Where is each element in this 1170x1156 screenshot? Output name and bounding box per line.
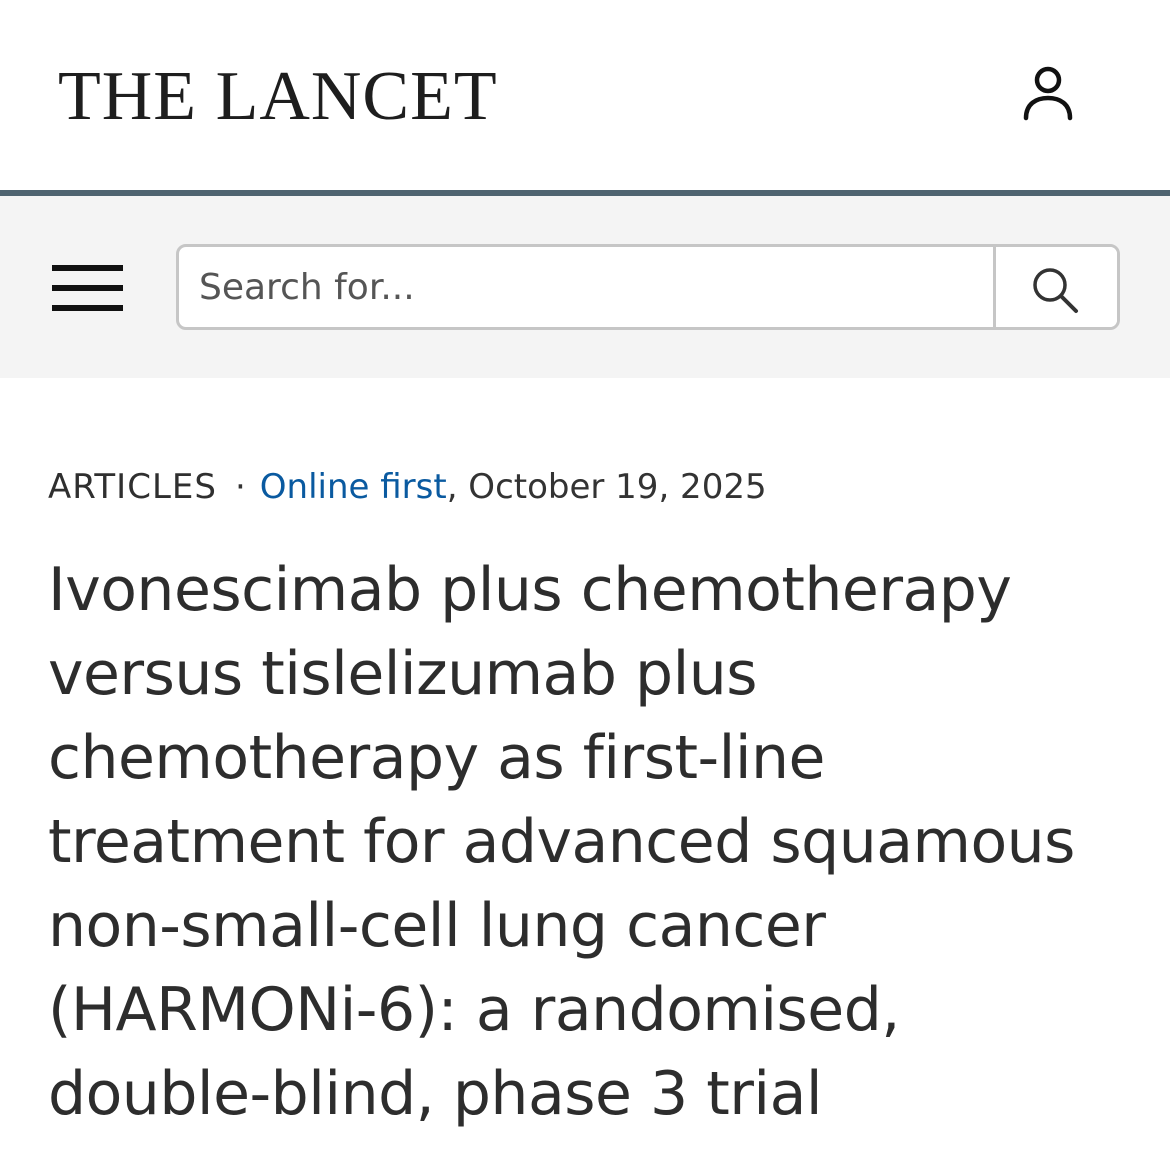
user-icon[interactable]: [1016, 62, 1080, 126]
search-icon: [1033, 268, 1078, 313]
search-input[interactable]: [179, 247, 995, 327]
site-header: THE LANCET: [0, 0, 1170, 190]
online-first-link[interactable]: Online first: [260, 467, 447, 507]
menu-line: [52, 265, 123, 271]
publication-date: , October 19, 2025: [446, 467, 767, 507]
menu-line: [52, 305, 123, 311]
nav-bar: [0, 196, 1170, 378]
search-box: [176, 244, 1120, 330]
menu-line: [52, 285, 123, 291]
article-type-label: ARTICLES: [48, 467, 217, 507]
lancet-logo[interactable]: THE LANCET: [58, 52, 498, 142]
article-title: Ivonescimab plus chemotherapy versus tis…: [48, 555, 1075, 1129]
hamburger-menu-icon[interactable]: [48, 258, 128, 318]
meta-separator: ·: [234, 467, 246, 507]
article-meta: ARTICLES · Online first, October 19, 2025: [48, 462, 767, 512]
search-button[interactable]: [993, 247, 1117, 327]
